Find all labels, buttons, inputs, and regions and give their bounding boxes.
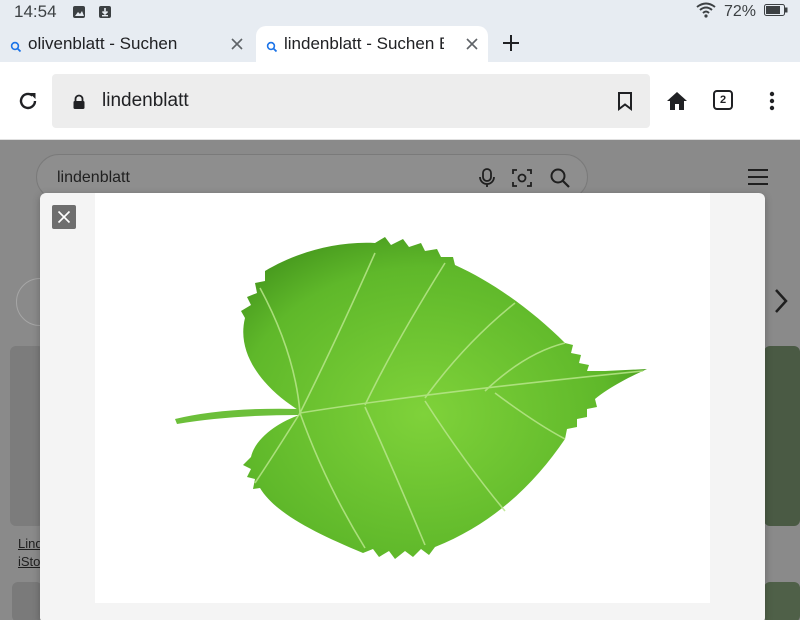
url-text[interactable]: lindenblatt — [102, 90, 189, 112]
close-tab-icon[interactable] — [227, 34, 247, 54]
home-icon — [667, 92, 687, 110]
tab-title: olivenblatt - Suchen — [28, 34, 178, 53]
result-thumbnail[interactable] — [764, 582, 800, 620]
plus-icon — [503, 35, 519, 51]
leaf-blade — [241, 237, 647, 559]
new-tab-button[interactable] — [498, 30, 524, 56]
linden-leaf-image[interactable] — [95, 193, 710, 603]
page-search-query[interactable]: lindenblatt — [57, 169, 130, 187]
leaf-stem — [175, 408, 300, 424]
search-icon — [10, 38, 22, 53]
close-icon — [57, 210, 71, 224]
chevron-right-icon[interactable] — [770, 286, 792, 316]
camera-search-icon[interactable] — [511, 167, 533, 189]
close-tab-icon[interactable] — [462, 34, 482, 54]
bookmark-icon[interactable] — [614, 90, 636, 112]
close-viewer-button[interactable] — [52, 205, 76, 229]
tab-switcher-button[interactable]: 2 — [713, 90, 733, 110]
status-time: 14:54 — [14, 2, 57, 21]
tab-lindenblatt[interactable]: lindenblatt - Suchen Bilder — [256, 26, 488, 62]
status-bar: 14:54 72% — [0, 0, 800, 24]
reload-button[interactable] — [14, 87, 42, 115]
result-source[interactable]: iSto — [18, 554, 40, 569]
result-thumbnail[interactable] — [12, 582, 42, 620]
search-icon — [266, 38, 278, 53]
more-menu-icon[interactable] — [760, 88, 784, 114]
viewer-footer — [40, 603, 765, 620]
lock-icon[interactable] — [72, 94, 86, 109]
search-icon[interactable] — [549, 167, 571, 189]
microphone-icon[interactable] — [477, 167, 497, 189]
wifi-icon — [696, 2, 716, 23]
hamburger-menu-icon[interactable] — [746, 168, 770, 186]
tab-strip: olivenblatt - Suchen lindenblatt - Suche… — [0, 24, 800, 62]
home-button[interactable] — [664, 88, 690, 114]
result-thumbnail[interactable] — [764, 346, 800, 526]
download-icon — [97, 4, 113, 20]
image-icon — [71, 4, 87, 20]
reload-icon — [19, 92, 37, 110]
result-thumbnail[interactable] — [10, 346, 44, 526]
address-bar[interactable]: lindenblatt — [52, 74, 650, 128]
battery-icon — [764, 3, 788, 21]
tab-olivenblatt[interactable]: olivenblatt - Suchen — [0, 26, 253, 62]
browser-toolbar: lindenblatt 2 — [0, 62, 800, 140]
result-caption[interactable]: Lind — [18, 536, 43, 551]
image-viewer — [40, 193, 765, 620]
leaf-illustration — [175, 237, 647, 559]
battery-percent: 72% — [723, 3, 756, 20]
tab-title: lindenblatt - Suchen Bilder — [284, 34, 444, 53]
